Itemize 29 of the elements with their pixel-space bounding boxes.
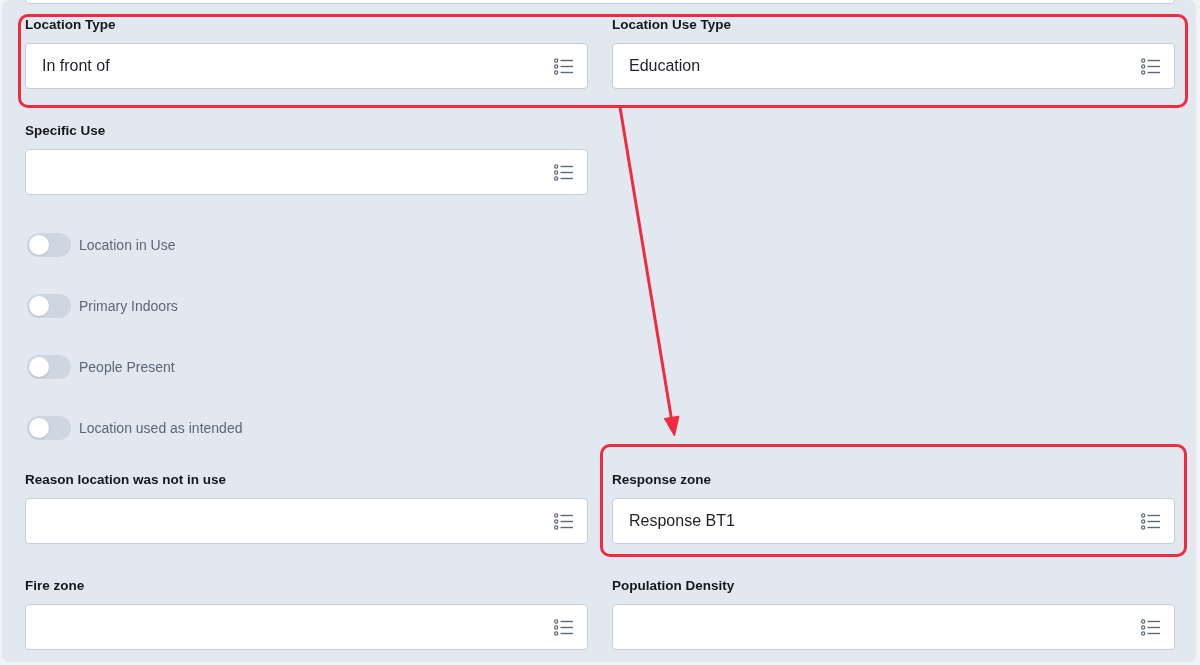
list-icon — [1141, 57, 1160, 75]
field-label: Response zone — [612, 472, 712, 488]
toggle-label: People Present — [79, 359, 175, 375]
field-label: Population Density — [612, 578, 735, 594]
toggle-label: Location in Use — [79, 237, 176, 253]
field-label: Specific Use — [25, 123, 106, 139]
field-label: Location Type — [25, 17, 116, 33]
list-icon — [1141, 512, 1160, 530]
toggle-label: Location used as intended — [79, 420, 243, 436]
toggle-switch[interactable] — [27, 416, 71, 440]
list-icon — [554, 57, 573, 75]
select-field[interactable]: In front of — [25, 43, 588, 89]
select-field[interactable]: Education — [612, 43, 1175, 89]
toggle-label: Primary Indoors — [79, 298, 178, 314]
list-icon — [554, 512, 573, 530]
toggle-switch[interactable] — [27, 294, 71, 318]
field-label: Location Use Type — [612, 17, 732, 33]
list-icon — [554, 618, 573, 636]
toggle-switch[interactable] — [27, 233, 71, 257]
select-field[interactable] — [25, 498, 588, 544]
select-field[interactable] — [25, 604, 588, 650]
select-field[interactable] — [25, 149, 588, 195]
list-icon — [554, 163, 573, 181]
field-label: Reason location was not in use — [25, 472, 227, 488]
select-field[interactable]: Response BT1 — [612, 498, 1175, 544]
toggle-switch[interactable] — [27, 355, 71, 379]
field-label: Fire zone — [25, 578, 85, 594]
list-icon — [1141, 618, 1160, 636]
select-field[interactable] — [612, 604, 1175, 650]
